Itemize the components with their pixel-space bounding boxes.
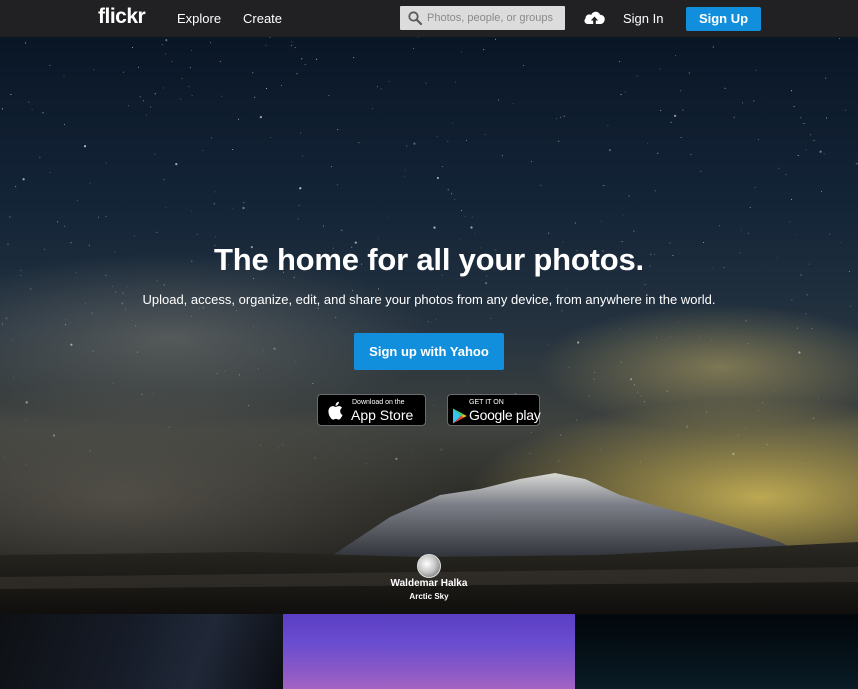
google-play-icon xyxy=(453,408,467,424)
mountain-landscape xyxy=(0,473,858,614)
photo-strip xyxy=(0,614,858,689)
photographer-name[interactable]: Waldemar Halka xyxy=(0,578,858,589)
google-play-text: Google play xyxy=(469,407,541,423)
search-icon[interactable] xyxy=(408,11,422,25)
hero-subtitle: Upload, access, organize, edit, and shar… xyxy=(142,292,716,307)
hero-title: The home for all your photos. xyxy=(214,242,644,277)
google-play-badge[interactable]: GET IT ON Google play xyxy=(447,394,541,426)
sign-in-link[interactable]: Sign In xyxy=(623,11,663,26)
top-nav: flickr Explore Create Sign In Sign Up xyxy=(0,0,858,37)
photo-tile[interactable] xyxy=(283,614,575,689)
cloud-upload-icon[interactable] xyxy=(583,9,606,27)
hero-section: The home for all your photos. Upload, ac… xyxy=(0,37,858,614)
photo-tile[interactable] xyxy=(575,614,858,689)
search-box[interactable] xyxy=(400,6,565,30)
flickr-logo[interactable]: flickr xyxy=(98,5,146,29)
app-store-small-text: Download on the xyxy=(352,399,405,406)
google-play-small-text: GET IT ON xyxy=(469,399,504,406)
nav-explore-link[interactable]: Explore xyxy=(177,11,221,26)
sign-up-with-yahoo-button[interactable]: Sign up with Yahoo xyxy=(354,333,504,370)
app-store-text: App Store xyxy=(351,407,414,423)
nav-create-link[interactable]: Create xyxy=(243,11,282,26)
search-input[interactable] xyxy=(427,6,562,30)
app-store-badge[interactable]: Download on the App Store xyxy=(317,394,426,426)
photo-tile[interactable] xyxy=(0,614,283,689)
photo-title[interactable]: Arctic Sky xyxy=(0,592,858,601)
sign-up-button[interactable]: Sign Up xyxy=(686,7,761,31)
photographer-avatar[interactable] xyxy=(417,554,441,578)
apple-icon xyxy=(328,401,343,420)
